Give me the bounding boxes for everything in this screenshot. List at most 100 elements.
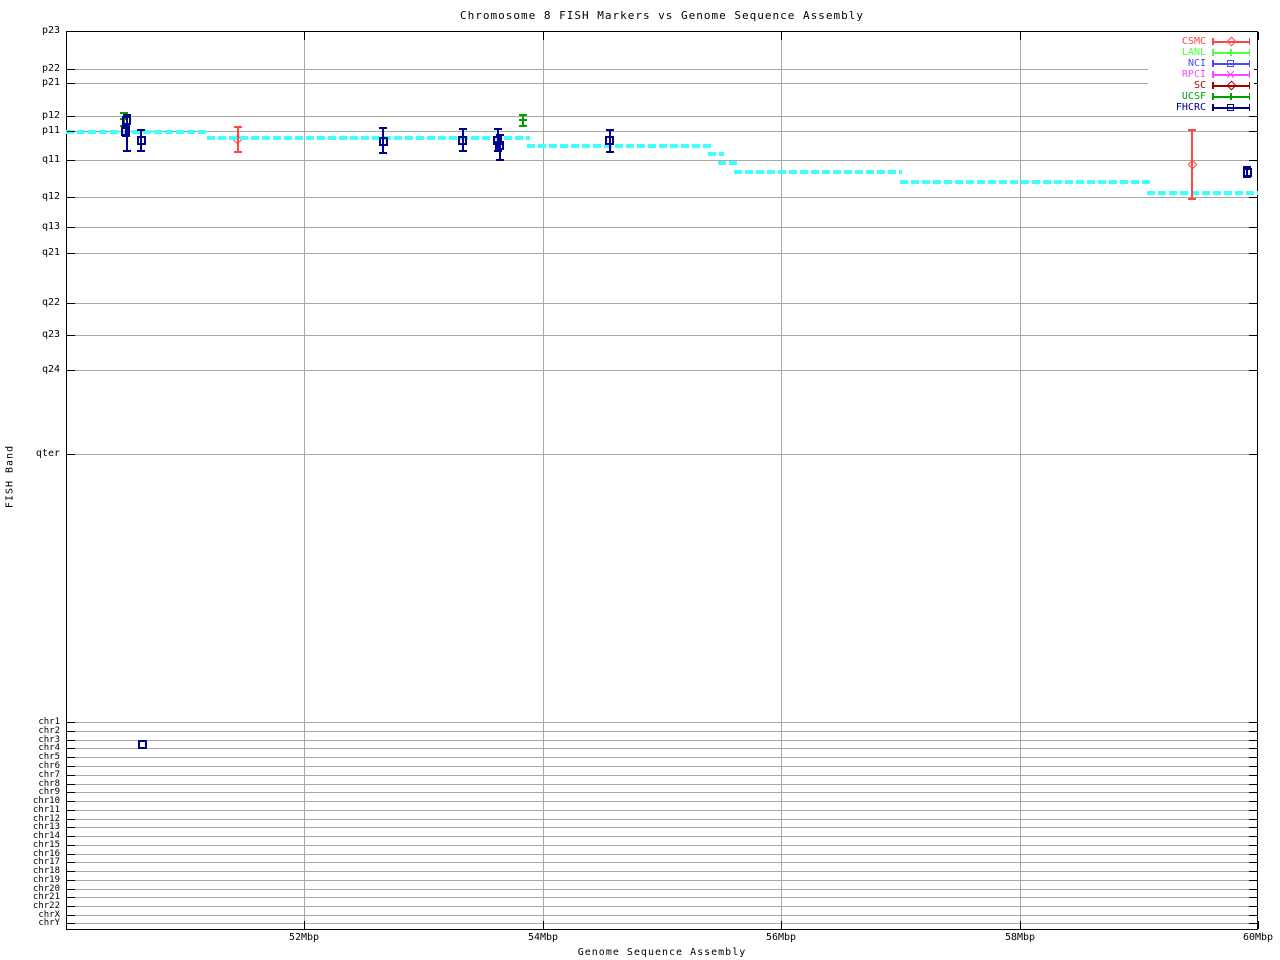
y-tick-left bbox=[67, 131, 75, 132]
errorbar-cap bbox=[233, 126, 242, 128]
y-tick-right bbox=[1249, 253, 1257, 254]
chromosome-gridline bbox=[67, 871, 1257, 872]
y-tick-left bbox=[67, 845, 75, 846]
band-label: p22 bbox=[41, 63, 60, 74]
legend-sample-square-icon bbox=[1212, 102, 1250, 113]
y-tick-right bbox=[1249, 880, 1257, 881]
band-label: q23 bbox=[41, 329, 60, 340]
y-tick-right bbox=[1249, 810, 1257, 811]
band-gridline bbox=[67, 227, 1257, 228]
marker-fhcrc bbox=[122, 115, 132, 125]
chromosome-gridline bbox=[67, 819, 1257, 820]
band-gridline bbox=[67, 253, 1257, 254]
y-tick-left bbox=[67, 775, 75, 776]
y-tick-left bbox=[67, 722, 75, 723]
y-tick-left bbox=[67, 303, 75, 304]
y-tick-left bbox=[67, 862, 75, 863]
band-gridline bbox=[67, 370, 1257, 371]
y-tick-right bbox=[1249, 370, 1257, 371]
y-tick-left bbox=[67, 854, 75, 855]
marker-fhcrc bbox=[378, 136, 388, 146]
y-tick-left bbox=[67, 731, 75, 732]
errorbar-cap bbox=[1188, 198, 1197, 200]
band-gridline bbox=[67, 116, 1257, 117]
assembly-segment bbox=[206, 136, 530, 140]
y-tick-left bbox=[67, 819, 75, 820]
legend-label: FHCRC bbox=[1175, 102, 1206, 113]
errorbar-cap bbox=[379, 127, 388, 129]
legend-sample-plus-icon bbox=[1212, 91, 1250, 102]
y-tick-right bbox=[1249, 722, 1257, 723]
legend-item-csmc: CSMC bbox=[1148, 36, 1252, 47]
x-tick-bottom bbox=[781, 921, 782, 929]
y-tick-right bbox=[1249, 740, 1257, 741]
y-tick-left bbox=[67, 116, 75, 117]
chromosome-gridline bbox=[67, 880, 1257, 881]
chromosome-gridline bbox=[67, 897, 1257, 898]
y-tick-left bbox=[67, 880, 75, 881]
y-tick-right bbox=[1249, 748, 1257, 749]
legend-sample-diamond-icon bbox=[1212, 80, 1250, 91]
band-label: q13 bbox=[41, 221, 60, 232]
x-tick-top bbox=[543, 32, 544, 40]
errorbar-cap bbox=[137, 129, 146, 131]
y-tick-left bbox=[67, 915, 75, 916]
legend-label: LANL bbox=[1181, 47, 1206, 58]
band-label: q12 bbox=[41, 191, 60, 202]
chromosome-gridline bbox=[67, 810, 1257, 811]
legend-label: RPCI bbox=[1181, 69, 1206, 80]
y-tick-right bbox=[1249, 784, 1257, 785]
x-tick-bottom bbox=[304, 921, 305, 929]
x-axis-label: Genome Sequence Assembly bbox=[577, 947, 747, 958]
assembly-segment bbox=[718, 161, 738, 165]
errorbar-cap bbox=[233, 151, 242, 153]
y-tick-left bbox=[67, 83, 75, 84]
x-tick-top bbox=[781, 32, 782, 40]
legend-label: CSMC bbox=[1181, 36, 1206, 47]
y-tick-left bbox=[67, 766, 75, 767]
x-tick-label: 58Mbp bbox=[1004, 932, 1036, 943]
x-gridline bbox=[543, 32, 544, 929]
band-label: p12 bbox=[41, 110, 60, 121]
errorbar-cap bbox=[458, 128, 467, 130]
legend-item-sc: SC bbox=[1148, 80, 1252, 91]
band-label: q24 bbox=[41, 364, 60, 375]
x-tick-top bbox=[304, 32, 305, 40]
marker-fhcrc bbox=[1242, 167, 1252, 177]
marker-fhcrc bbox=[137, 739, 147, 749]
y-tick-left bbox=[67, 197, 75, 198]
chromosome-gridline bbox=[67, 827, 1257, 828]
y-tick-right bbox=[1249, 766, 1257, 767]
band-label: q21 bbox=[41, 247, 60, 258]
y-tick-left bbox=[67, 889, 75, 890]
assembly-segment bbox=[527, 144, 714, 148]
marker-fhcrc bbox=[136, 135, 146, 145]
x-tick-label: 56Mbp bbox=[765, 932, 797, 943]
errorbar-cap bbox=[605, 151, 614, 153]
y-tick-right bbox=[1249, 792, 1257, 793]
y-tick-right bbox=[1249, 923, 1257, 924]
y-tick-left bbox=[67, 906, 75, 907]
chromosome-gridline bbox=[67, 862, 1257, 863]
chromosome-gridline bbox=[67, 757, 1257, 758]
legend-sample-plus-icon bbox=[1212, 47, 1250, 58]
marker-fhcrc bbox=[121, 126, 131, 136]
errorbar-cap bbox=[458, 150, 467, 152]
assembly-segment bbox=[1147, 191, 1258, 195]
band-gridline bbox=[67, 160, 1257, 161]
chromosome-gridline bbox=[67, 889, 1257, 890]
y-tick-right bbox=[1249, 303, 1257, 304]
y-tick-right bbox=[1249, 862, 1257, 863]
y-tick-right bbox=[1249, 819, 1257, 820]
x-tick-top bbox=[1020, 32, 1021, 40]
x-gridline bbox=[1020, 32, 1021, 929]
y-tick-right bbox=[1249, 757, 1257, 758]
band-gridline bbox=[67, 303, 1257, 304]
y-tick-right bbox=[1249, 889, 1257, 890]
assembly-segment bbox=[900, 180, 1154, 184]
y-tick-left bbox=[67, 871, 75, 872]
chromosome-gridline bbox=[67, 801, 1257, 802]
errorbar-cap bbox=[379, 152, 388, 154]
y-tick-right bbox=[1249, 131, 1257, 132]
y-tick-left bbox=[67, 160, 75, 161]
